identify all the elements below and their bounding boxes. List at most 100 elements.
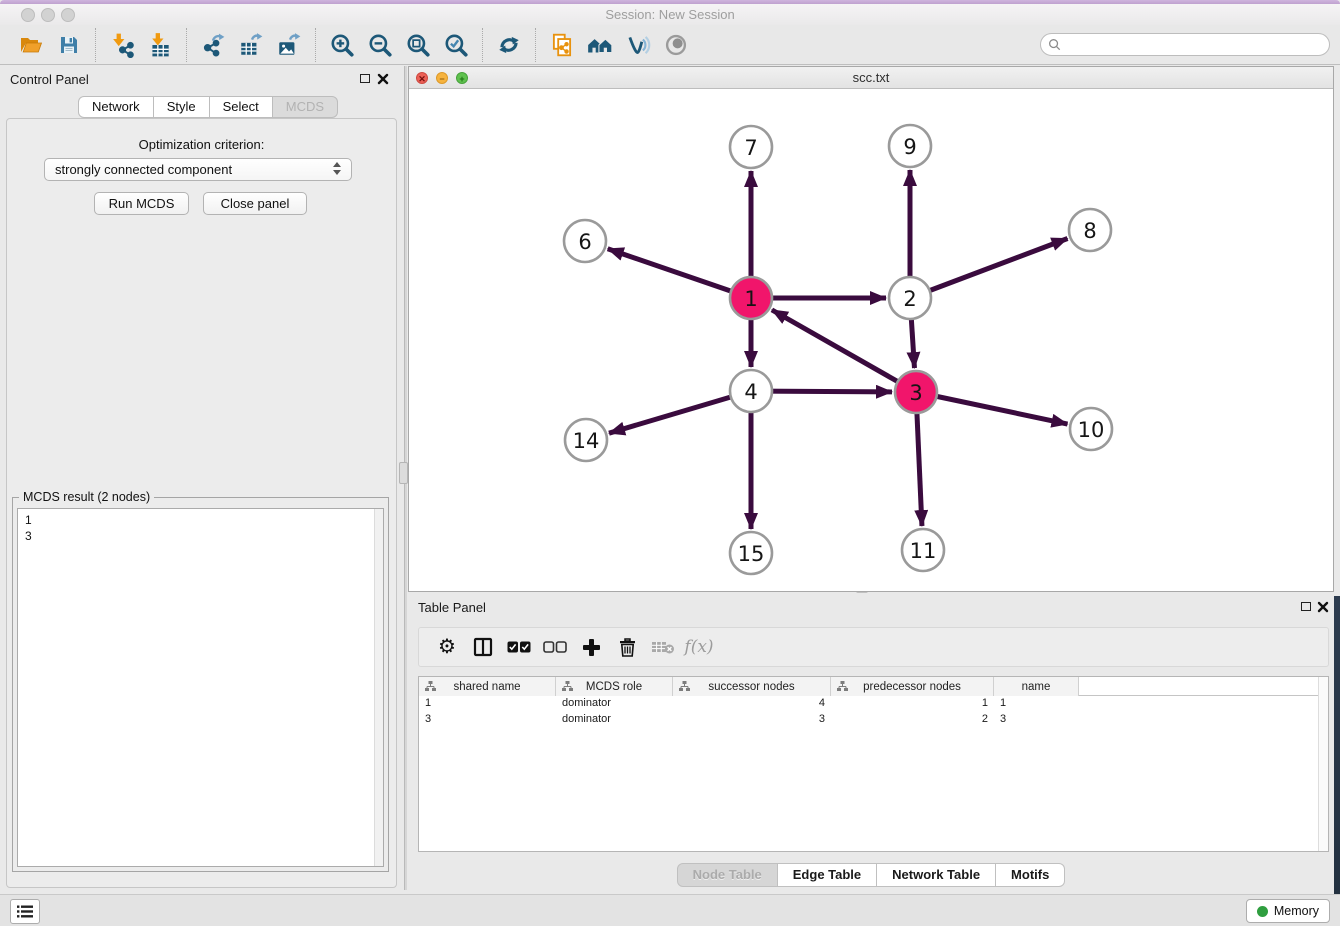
table-tabbar: Node TableEdge TableNetwork TableMotifs [408, 863, 1334, 887]
zoom-out-icon[interactable] [361, 27, 399, 63]
network-minimize-icon[interactable]: − [436, 72, 448, 84]
import-table-icon[interactable] [141, 27, 179, 63]
open-session-icon[interactable] [12, 27, 50, 63]
tab-edge-table[interactable]: Edge Table [778, 863, 877, 887]
svg-text:3: 3 [909, 381, 922, 405]
search-input[interactable] [1040, 33, 1330, 56]
network-graph[interactable]: 7 9 6 8 1 2 4 3 14 10 15 11 [409, 89, 1333, 591]
close-panel-button[interactable]: Close panel [203, 192, 307, 215]
graph-node-11[interactable]: 11 [902, 529, 944, 571]
network-canvas[interactable]: 7 9 6 8 1 2 4 3 14 10 15 11 [409, 89, 1333, 591]
column-header-predecessor-nodes[interactable]: predecessor nodes [831, 677, 994, 696]
table-panel-close-icon[interactable] [1317, 601, 1329, 613]
cell-successor-nodes[interactable]: 3 [673, 712, 831, 728]
clone-network-icon[interactable] [543, 27, 581, 63]
column-header-name[interactable]: name [994, 677, 1079, 696]
network-maximize-icon[interactable]: + [456, 72, 468, 84]
graph-node-8[interactable]: 8 [1069, 209, 1111, 251]
cell-predecessor-nodes[interactable]: 1 [831, 696, 994, 712]
graph-node-1[interactable]: 1 [730, 277, 772, 319]
column-header-MCDS-role[interactable]: MCDS role [556, 677, 673, 696]
svg-text:9: 9 [903, 135, 916, 159]
apply-layout-icon[interactable] [490, 27, 528, 63]
delete-row-trash-icon[interactable] [609, 629, 645, 665]
select-all-checkboxes-icon[interactable] [501, 629, 537, 665]
graph-node-9[interactable]: 9 [889, 125, 931, 167]
svg-text:4: 4 [744, 380, 757, 404]
hide-panel-eye-icon[interactable] [657, 27, 695, 63]
cell-name[interactable]: 3 [994, 712, 1079, 728]
control-panel-title: Control Panel [10, 72, 89, 87]
vizmapper-icon[interactable] [619, 27, 657, 63]
table-row[interactable]: 3dominator323 [419, 712, 1328, 728]
result-scrollbar[interactable] [374, 509, 383, 866]
svg-text:2: 2 [903, 287, 916, 311]
add-row-plus-icon[interactable] [573, 629, 609, 665]
close-traffic-light[interactable] [21, 8, 35, 22]
delete-table-icon[interactable] [645, 629, 681, 665]
import-network-icon[interactable] [103, 27, 141, 63]
zoom-in-icon[interactable] [323, 27, 361, 63]
control-panel-close-icon[interactable] [377, 73, 389, 85]
column-header-shared-name[interactable]: shared name [419, 677, 556, 696]
list-icon [17, 905, 33, 918]
cell-MCDS-role[interactable]: dominator [556, 712, 673, 728]
function-builder-icon[interactable]: f(x) [681, 629, 717, 665]
save-session-icon[interactable] [50, 27, 88, 63]
export-image-icon[interactable] [270, 27, 308, 63]
cell-shared-name[interactable]: 3 [419, 712, 556, 728]
table-panel-float-icon[interactable] [1301, 602, 1311, 611]
graph-node-2[interactable]: 2 [889, 277, 931, 319]
zoom-fit-icon[interactable] [399, 27, 437, 63]
graph-node-7[interactable]: 7 [730, 126, 772, 168]
criterion-dropdown[interactable]: strongly connected component [44, 158, 352, 181]
memory-label: Memory [1274, 904, 1319, 918]
app-title: Session: New Session [0, 4, 1340, 25]
export-table-icon[interactable] [232, 27, 270, 63]
deselect-all-checkboxes-icon[interactable] [537, 629, 573, 665]
mcds-result-textarea[interactable]: 1 3 [17, 508, 384, 867]
table-row[interactable]: 1dominator411 [419, 696, 1328, 712]
graph-node-3[interactable]: 3 [895, 371, 937, 413]
cell-successor-nodes[interactable]: 4 [673, 696, 831, 712]
tab-network-table[interactable]: Network Table [877, 863, 996, 887]
memory-button[interactable]: Memory [1246, 899, 1330, 923]
toolbar-separator [535, 28, 536, 62]
table-panel-title: Table Panel [418, 600, 486, 615]
cell-predecessor-nodes[interactable]: 2 [831, 712, 994, 728]
graph-edge-3-10[interactable] [916, 392, 1068, 424]
zoom-traffic-light[interactable] [61, 8, 75, 22]
app-titlebar: Session: New Session [0, 4, 1340, 25]
table-settings-gear-icon[interactable]: ⚙ [429, 629, 465, 665]
table-scrollbar[interactable] [1318, 677, 1328, 851]
tab-network[interactable]: Network [78, 96, 154, 118]
graph-edge-3-1[interactable] [772, 310, 916, 392]
cell-name[interactable]: 1 [994, 696, 1079, 712]
tab-style[interactable]: Style [154, 96, 210, 118]
graph-node-15[interactable]: 15 [730, 532, 772, 574]
show-all-networks-icon[interactable] [581, 27, 619, 63]
minimize-traffic-light[interactable] [41, 8, 55, 22]
graph-edge-1-6[interactable] [608, 249, 751, 298]
network-close-icon[interactable]: ✕ [416, 72, 428, 84]
cell-shared-name[interactable]: 1 [419, 696, 556, 712]
column-header-successor-nodes[interactable]: successor nodes [673, 677, 831, 696]
column-chooser-icon[interactable] [465, 629, 501, 665]
zoom-selected-icon[interactable] [437, 27, 475, 63]
graph-edge-2-8[interactable] [910, 238, 1068, 298]
graph-node-10[interactable]: 10 [1070, 408, 1112, 450]
control-panel-float-icon[interactable] [360, 74, 370, 83]
export-network-icon[interactable] [194, 27, 232, 63]
tab-select[interactable]: Select [210, 96, 273, 118]
task-history-button[interactable] [10, 899, 40, 924]
panel-splitter-grip[interactable] [399, 462, 408, 484]
tab-mcds[interactable]: MCDS [273, 96, 338, 118]
tab-motifs[interactable]: Motifs [996, 863, 1065, 887]
run-mcds-button[interactable]: Run MCDS [94, 192, 189, 215]
tab-node-table[interactable]: Node Table [677, 863, 778, 887]
graph-node-4[interactable]: 4 [730, 370, 772, 412]
cell-MCDS-role[interactable]: dominator [556, 696, 673, 712]
status-bar: Memory [0, 894, 1340, 926]
graph-node-14[interactable]: 14 [565, 419, 607, 461]
graph-node-6[interactable]: 6 [564, 220, 606, 262]
